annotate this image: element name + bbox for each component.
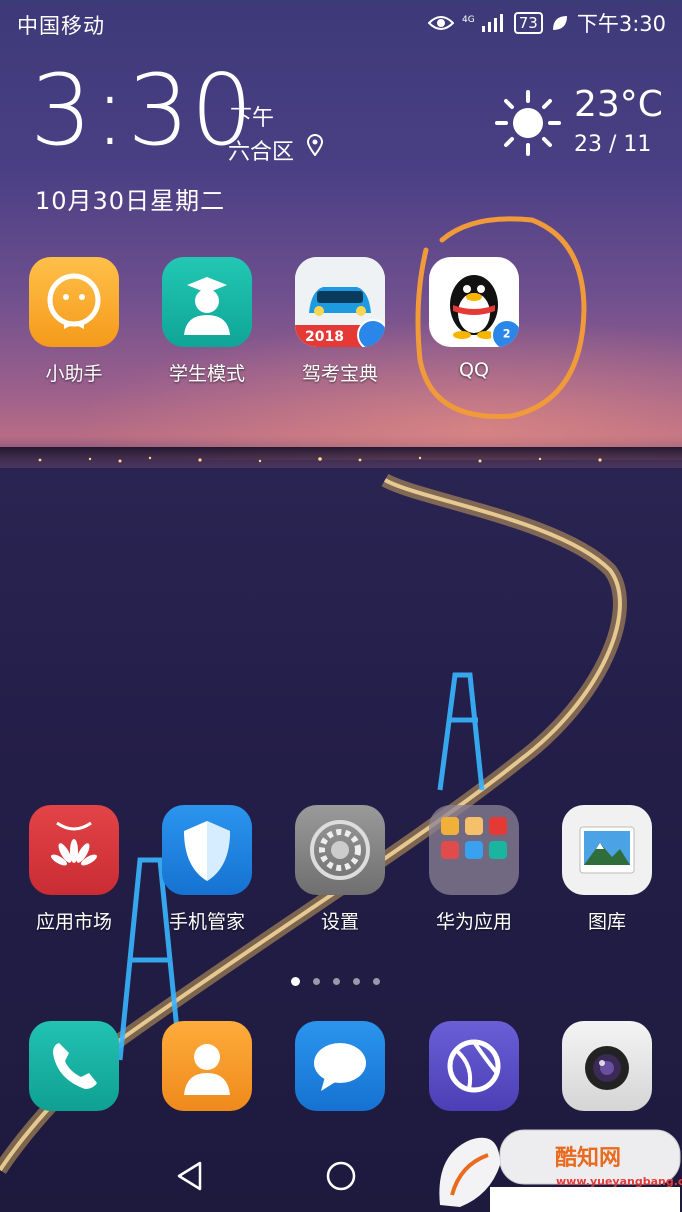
contacts-icon	[162, 1021, 252, 1111]
assistant-icon	[29, 257, 119, 347]
carrier-name: 中国移动	[17, 14, 105, 38]
watermark-url: www.yueyangbang.com	[556, 1175, 682, 1188]
app-label: 设置	[320, 911, 359, 933]
update-badge	[357, 319, 385, 347]
dock-phone[interactable]	[14, 1021, 134, 1111]
eye-comfort-icon	[427, 16, 454, 30]
app-student-mode[interactable]: 学生模式	[147, 257, 267, 386]
year-badge-text: 2018	[305, 329, 344, 345]
app-label: 图库	[587, 911, 626, 933]
power-saving-leaf-icon	[552, 16, 567, 30]
temperature: 23°C	[574, 84, 663, 125]
dock-messages[interactable]	[280, 1021, 400, 1111]
app-appgallery[interactable]: 应用市场	[14, 805, 134, 934]
page-dot-active[interactable]	[291, 977, 300, 986]
phone-icon	[29, 1021, 119, 1111]
app-assistant[interactable]: 小助手	[14, 257, 134, 386]
temperature-range: 23 / 11	[574, 132, 652, 157]
highlight-circle	[415, 216, 587, 420]
gear-icon	[295, 805, 385, 895]
browser-icon	[429, 1021, 519, 1111]
page-dot[interactable]	[313, 978, 320, 985]
page-dot[interactable]	[333, 978, 340, 985]
app-settings[interactable]: 设置	[280, 805, 400, 934]
app-label: 小助手	[45, 363, 103, 385]
location-pin-icon	[306, 134, 324, 156]
location-district: 六合区	[228, 140, 295, 165]
gallery-icon	[562, 805, 652, 895]
shield-icon	[162, 805, 252, 895]
back-nav-icon[interactable]	[175, 1160, 205, 1192]
app-label: 应用市场	[35, 911, 112, 933]
app-label: 华为应用	[435, 911, 512, 933]
app-label: 手机管家	[168, 911, 245, 933]
status-time: 下午3:30	[576, 12, 666, 36]
dock-browser[interactable]	[414, 1021, 534, 1111]
car-icon: 2018	[295, 257, 385, 347]
messages-icon	[295, 1021, 385, 1111]
app-driving-test[interactable]: 2018 驾考宝典	[280, 257, 400, 386]
page-indicator[interactable]	[291, 977, 380, 986]
dock-camera[interactable]	[547, 1021, 667, 1111]
watermark-text: 酷知网	[555, 1146, 622, 1171]
home-nav-icon[interactable]	[325, 1160, 357, 1192]
app-gallery[interactable]: 图库	[547, 805, 667, 934]
signal-icon: 4G	[462, 14, 503, 32]
app-label: 驾考宝典	[301, 363, 378, 385]
clock-time[interactable]: 3:30	[30, 62, 254, 160]
page-dot[interactable]	[353, 978, 360, 985]
dock-contacts[interactable]	[147, 1021, 267, 1111]
app-label: 学生模式	[168, 363, 245, 385]
date-text: 10月30日星期二	[35, 187, 226, 215]
network-type: 4G	[462, 15, 475, 25]
camera-icon	[562, 1021, 652, 1111]
clock-ampm: 下午	[230, 106, 275, 131]
page-dot[interactable]	[373, 978, 380, 985]
folder-icon	[429, 805, 519, 895]
student-icon	[162, 257, 252, 347]
status-bar: 中国移动 4G 73 下午3:30	[0, 0, 682, 46]
huawei-appgallery-icon	[29, 805, 119, 895]
battery-indicator: 73	[513, 12, 543, 34]
app-phone-manager[interactable]: 手机管家	[147, 805, 267, 934]
sun-icon[interactable]	[493, 88, 563, 158]
folder-huawei-apps[interactable]: 华为应用	[414, 805, 534, 934]
